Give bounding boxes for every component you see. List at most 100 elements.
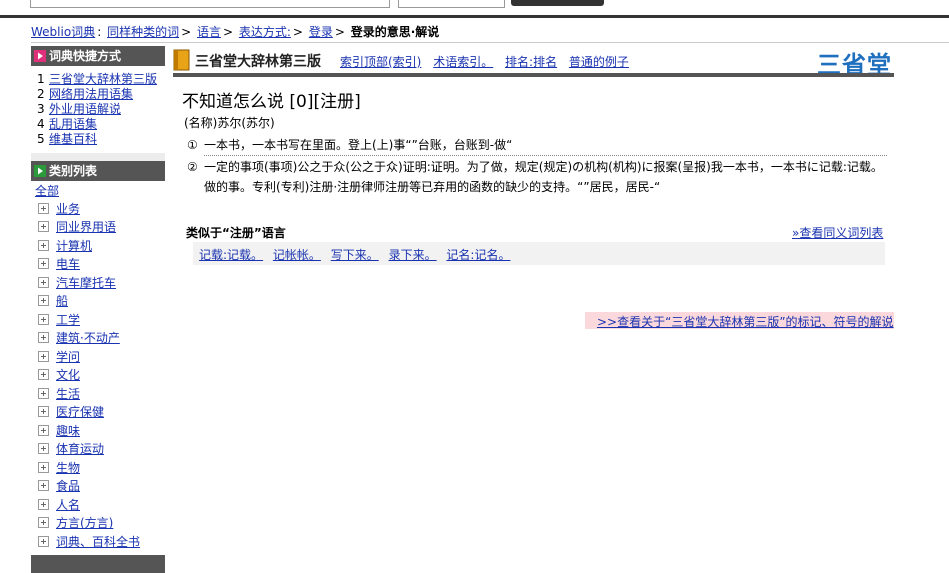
category-link[interactable]: 计算机	[56, 237, 92, 254]
category-link[interactable]: 船	[56, 292, 68, 309]
search-option-select[interactable]	[398, 0, 505, 8]
search-button[interactable]	[511, 0, 604, 6]
category-item[interactable]: 文化	[35, 366, 161, 385]
category-item[interactable]: 学问	[35, 347, 161, 366]
category-all-link[interactable]: 全部	[35, 184, 59, 198]
sidebar: 词典快捷方式 1 三省堂大辞林第三版 2 网络用法用语集 3 外业用语解说 4 乱用语集…	[31, 46, 165, 573]
category-link[interactable]: 人名	[56, 496, 80, 513]
similar-word-link[interactable]: 写下来。	[331, 248, 379, 262]
similar-word-link[interactable]: 录下来。	[389, 248, 437, 262]
shortcut-link[interactable]: 维基百科	[49, 132, 97, 147]
expand-plus-icon[interactable]	[38, 498, 49, 510]
category-link[interactable]: 趣味	[56, 422, 80, 439]
entry-reading: (名称)苏尔(苏尔)	[184, 116, 275, 130]
category-link[interactable]: 学问	[56, 348, 80, 365]
breadcrumb-current: 登录的意思·解说	[350, 25, 440, 39]
category-item[interactable]: 方言(方言)	[35, 514, 161, 533]
expand-plus-icon[interactable]	[38, 313, 49, 325]
entry-title: 不知道怎么说 [0][注册]	[182, 92, 361, 112]
expand-plus-icon[interactable]	[38, 258, 49, 270]
category-item[interactable]: 生物	[35, 458, 161, 477]
expand-plus-icon[interactable]	[38, 276, 49, 288]
category-header: 类别列表	[31, 161, 165, 181]
shortcut-title: 词典快捷方式	[49, 49, 122, 63]
category-item[interactable]: 电车	[35, 255, 161, 274]
similar-word-link[interactable]: 记名:记名。	[446, 248, 510, 262]
category-link[interactable]: 同业界用语	[56, 218, 116, 235]
similar-words-title: 类似于“注册”语言	[186, 226, 286, 240]
shortcut-link[interactable]: 乱用语集	[49, 117, 97, 132]
top-search-bar	[0, 0, 949, 15]
expand-plus-icon[interactable]	[38, 369, 49, 381]
category-link[interactable]: 医疗保健	[56, 403, 104, 420]
expand-plus-icon[interactable]	[38, 387, 49, 399]
category-item[interactable]: 医疗保健	[35, 403, 161, 422]
expand-plus-icon[interactable]	[38, 480, 49, 492]
category-item[interactable]: 趣味	[35, 421, 161, 440]
category-link[interactable]: 电车	[56, 255, 80, 272]
shortcut-item[interactable]: 3 外业用语解说	[37, 102, 161, 117]
category-link[interactable]: 建筑·不动产	[56, 329, 120, 346]
dictionary-header: 三省堂大辞林第三版 索引顶部(索引) 术语索引。 排名:排名 普通的例子 三省堂	[173, 47, 894, 79]
search-input[interactable]	[30, 0, 390, 8]
expand-plus-icon[interactable]	[38, 535, 49, 547]
category-item[interactable]: 同业界用语	[35, 218, 161, 237]
index-top-link[interactable]: 索引顶部(索引)	[340, 55, 421, 69]
category-item[interactable]: 建筑·不动产	[35, 329, 161, 348]
breadcrumb-link-language[interactable]: 语言	[197, 25, 221, 39]
category-link[interactable]: 词典、百科全书	[56, 533, 140, 550]
category-link[interactable]: 文化	[56, 366, 80, 383]
expand-plus-icon[interactable]	[38, 424, 49, 436]
expand-plus-icon[interactable]	[38, 443, 49, 455]
similar-word-link[interactable]: 记帐帐。	[273, 248, 321, 262]
category-link[interactable]: 业务	[56, 200, 80, 217]
category-item[interactable]: 计算机	[35, 236, 161, 255]
notation-explanation-link[interactable]: >>查看关于“三省堂大辞林第三版”的标记、符号的解说	[597, 313, 894, 330]
expand-plus-icon[interactable]	[38, 295, 49, 307]
term-index-link[interactable]: 术语索引。	[433, 55, 493, 69]
examples-link[interactable]: 普通的例子	[569, 55, 629, 69]
breadcrumb-link-register[interactable]: 登录	[309, 25, 333, 39]
synonym-list-link[interactable]: »查看同义词列表	[792, 224, 883, 241]
expand-plus-icon[interactable]	[38, 406, 49, 418]
category-link[interactable]: 方言(方言)	[56, 514, 113, 531]
breadcrumb-link-same-kind[interactable]: 同样种类的词	[107, 25, 179, 39]
category-item[interactable]: 工学	[35, 310, 161, 329]
expand-plus-icon[interactable]	[38, 517, 49, 529]
expand-plus-icon[interactable]	[38, 239, 49, 251]
category-link[interactable]: 工学	[56, 311, 80, 328]
shortcut-item[interactable]: 5 维基百科	[37, 132, 161, 147]
category-item[interactable]: 汽车摩托车	[35, 273, 161, 292]
category-item[interactable]: 生活	[35, 384, 161, 403]
expand-plus-icon[interactable]	[38, 461, 49, 473]
breadcrumb-link-weblio[interactable]: Weblio词典	[31, 25, 95, 39]
category-item[interactable]: 食品	[35, 477, 161, 496]
similar-word-link[interactable]: 记载:记载。	[199, 248, 263, 262]
shortcut-item[interactable]: 2 网络用法用语集	[37, 87, 161, 102]
category-item[interactable]: 词典、百科全书	[35, 532, 161, 551]
expand-plus-icon[interactable]	[38, 221, 49, 233]
category-item[interactable]: 人名	[35, 495, 161, 514]
sidebar-next-header	[31, 554, 165, 573]
category-link[interactable]: 体育运动	[56, 440, 104, 457]
expand-plus-icon[interactable]	[38, 332, 49, 344]
shortcut-link[interactable]: 外业用语解说	[49, 102, 121, 117]
category-list: 全部 业务 同业界用语 计算机 电车 汽车摩托车 船 工学 建筑·不动产 学问 …	[31, 181, 165, 555]
sidebar-spacer	[31, 153, 165, 161]
category-link[interactable]: 食品	[56, 477, 80, 494]
category-link[interactable]: 汽车摩托车	[56, 274, 116, 291]
ranking-link[interactable]: 排名:排名	[505, 55, 557, 69]
category-link[interactable]: 生活	[56, 385, 80, 402]
category-item[interactable]: 船	[35, 292, 161, 311]
expand-plus-icon[interactable]	[38, 350, 49, 362]
definition-marker: ②	[187, 160, 198, 174]
shortcut-link[interactable]: 三省堂大辞林第三版	[49, 72, 157, 87]
shortcut-item[interactable]: 4 乱用语集	[37, 117, 161, 132]
shortcut-link[interactable]: 网络用法用语集	[49, 87, 133, 102]
breadcrumb-link-expression[interactable]: 表达方式:	[239, 25, 291, 39]
category-item[interactable]: 业务	[35, 199, 161, 218]
shortcut-item[interactable]: 1 三省堂大辞林第三版	[37, 72, 161, 87]
expand-plus-icon[interactable]	[38, 202, 49, 214]
category-link[interactable]: 生物	[56, 459, 80, 476]
category-item[interactable]: 体育运动	[35, 440, 161, 459]
